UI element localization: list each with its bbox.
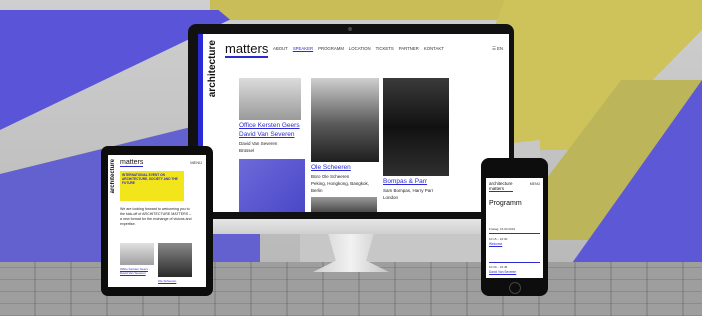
wall-yellow-plank-top <box>210 0 540 20</box>
main-nav: ABOUT SPEAKER PROGRAMM LOCATION TICKETS … <box>273 46 444 51</box>
phone-event-1[interactable]: Welcome <box>489 242 502 246</box>
tablet-menu-button[interactable]: MENÜ <box>190 160 202 165</box>
phone-date: Freitag, 15.03.2019 <box>489 227 516 231</box>
tablet-intro-text: We are looking forward to welcoming you … <box>120 207 192 226</box>
speaker-title-severen[interactable]: David Van Severen <box>239 131 295 139</box>
desktop-monitor: architecture matters ABOUT SPEAKER PROGR… <box>188 24 514 234</box>
nav-partner[interactable]: PARTNER <box>399 46 419 51</box>
speaker-sub-scheeren-2: Peking, Hongkong, Bangkok, <box>311 181 370 186</box>
phone-divider-2 <box>489 262 540 263</box>
speaker-sub-scheeren-1: Büro Ole Scheeren <box>311 174 350 179</box>
nav-programm[interactable]: PROGRAMM <box>318 46 344 51</box>
speaker-sub-bompas-2: London <box>383 195 399 200</box>
nav-kontakt[interactable]: KONTAKT <box>424 46 444 51</box>
speaker-photo-scheeren[interactable] <box>311 78 379 162</box>
desktop-screen: architecture matters ABOUT SPEAKER PROGR… <box>198 34 509 212</box>
logo-vertical[interactable]: architecture <box>207 40 218 97</box>
phone-page-title: Programm <box>489 200 522 207</box>
phone-menu-button[interactable]: MENÜ <box>530 182 540 186</box>
phone-event-2[interactable]: David Van Severen <box>489 270 516 274</box>
menu-language-toggle[interactable]: ☰ EN <box>492 46 503 52</box>
phone-time-1: 10:15 – 10:30 <box>489 237 508 241</box>
speaker-title-scheeren[interactable]: Ole Scheeren <box>311 164 351 172</box>
speaker-sub-scheeren-3: Berlin <box>311 188 323 193</box>
nav-location[interactable]: LOCATION <box>349 46 371 51</box>
scene: architecture matters ABOUT SPEAKER PROGR… <box>0 0 702 316</box>
tablet-screen: architecture matters MENÜ INTERNATIONAL … <box>108 155 206 287</box>
speaker-photo-bottom[interactable] <box>311 197 377 212</box>
nav-about[interactable]: ABOUT <box>273 46 288 51</box>
tablet-photo-scheeren[interactable] <box>158 243 192 277</box>
webcam-icon <box>348 27 352 31</box>
tablet-logo-vertical[interactable]: architecture <box>110 159 116 193</box>
nav-tickets[interactable]: TICKETS <box>376 46 394 51</box>
phone-logo-bottom: matters <box>489 186 505 191</box>
speaker-photo-bompas[interactable] <box>383 78 449 176</box>
speaker-sub-bompas-1: Sam Bompas, Harry Parr <box>383 188 434 193</box>
speaker-photo-geers[interactable] <box>239 78 301 120</box>
speaker-title-geers[interactable]: Office Kersten Geers <box>239 122 300 130</box>
phone-device: architecture matters MENÜ Programm Freit… <box>481 158 548 296</box>
speaker-sub-geers-2: Brüssel <box>239 148 255 153</box>
tablet-device: architecture matters MENÜ INTERNATIONAL … <box>101 146 213 296</box>
tablet-caption-scheeren[interactable]: Ole Scheeren <box>158 279 176 283</box>
nav-speaker[interactable]: SPEAKER <box>293 46 313 51</box>
tablet-hero-banner: INTERNATIONAL EVENT ON ARCHITECTURE, SOC… <box>120 171 184 201</box>
phone-divider-1 <box>489 233 540 234</box>
home-button-icon[interactable] <box>509 282 521 294</box>
speaker-sub-geers-1: David Van Severen <box>239 141 278 146</box>
logo-main[interactable]: matters <box>225 42 269 58</box>
tablet-photo-geers[interactable] <box>120 243 154 265</box>
tablet-caption-geers[interactable]: Office Kersten Geers David Van Severen <box>120 267 156 275</box>
phone-screen: architecture matters MENÜ Programm Freit… <box>486 178 543 278</box>
speaker-photo-blue[interactable] <box>239 159 305 212</box>
monitor-chin <box>188 219 514 234</box>
phone-time-2: 10:30 – 10:45 <box>489 265 508 269</box>
phone-logo[interactable]: architecture matters <box>489 181 513 192</box>
tablet-logo-main[interactable]: matters <box>120 159 144 167</box>
speaker-title-bompas[interactable]: Bompas & Parr <box>383 178 427 186</box>
